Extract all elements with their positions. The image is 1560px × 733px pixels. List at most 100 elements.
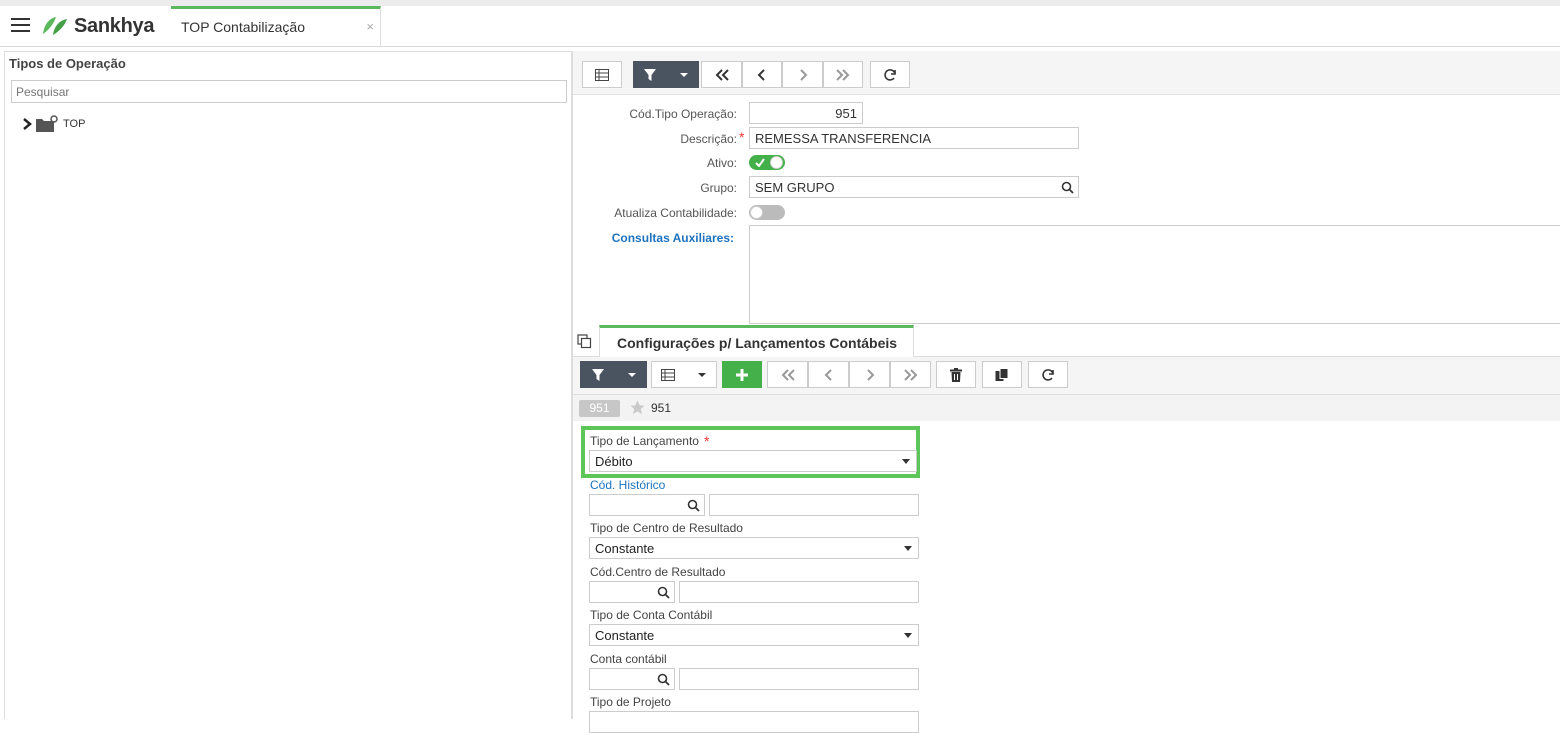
tab-configuracoes-lancamentos[interactable]: Configurações p/ Lançamentos Contábeis — [599, 325, 914, 358]
chevron-right-icon — [799, 68, 807, 81]
centro-resultado-description-field[interactable] — [679, 581, 919, 603]
ativo-toggle[interactable] — [749, 155, 785, 170]
required-asterisk: * — [739, 129, 745, 145]
search-icon[interactable] — [657, 673, 670, 686]
required-asterisk: * — [704, 433, 710, 449]
atualiza-contabilidade-toggle[interactable] — [749, 205, 785, 220]
ativo-label: Ativo: — [706, 156, 737, 170]
cod-tipo-operacao-label: Cód.Tipo Operação: — [629, 107, 737, 121]
tipo-lancamento-select[interactable]: Débito — [589, 450, 917, 472]
tab-label: Configurações p/ Lançamentos Contábeis — [617, 335, 898, 351]
search-icon[interactable] — [657, 586, 670, 599]
app-header: Sankhya TOP Contabilização × — [0, 6, 1560, 47]
tipo-conta-contabil-label: Tipo de Conta Contábil — [590, 608, 713, 622]
next-record-button[interactable] — [849, 361, 890, 388]
logo: Sankhya — [40, 13, 154, 39]
record-badge: 951 — [579, 400, 620, 417]
main-toolbar — [573, 51, 1560, 95]
cod-centro-resultado-field[interactable] — [589, 581, 675, 603]
first-record-button[interactable] — [701, 61, 742, 88]
duplicate-button[interactable] — [982, 361, 1022, 388]
conta-contabil-label: Conta contábil — [590, 652, 667, 666]
grid-icon — [661, 368, 675, 381]
previous-record-button[interactable] — [808, 361, 849, 388]
caret-down-icon — [627, 372, 636, 377]
grid-view-button[interactable] — [651, 361, 717, 388]
tree-node-label: TOP — [63, 118, 86, 130]
sankhya-leaf-icon — [43, 17, 67, 35]
menu-icon[interactable] — [11, 18, 30, 32]
panel-title: Tipos de Operação — [9, 56, 126, 71]
refresh-button[interactable] — [870, 61, 910, 88]
grid-icon — [595, 68, 609, 81]
caret-down-icon — [698, 372, 706, 377]
caret-down-icon — [904, 633, 912, 638]
refresh-icon — [1042, 368, 1054, 381]
next-record-button[interactable] — [782, 61, 823, 88]
cod-historico-link[interactable]: Cód. Histórico — [590, 478, 665, 492]
conta-contabil-description-field[interactable] — [679, 668, 919, 690]
add-button[interactable] — [722, 361, 762, 388]
double-chevron-left-icon — [781, 368, 795, 381]
search-icon[interactable] — [687, 499, 700, 512]
descricao-field[interactable]: REMESSA TRANSFERENCIA — [749, 127, 1079, 149]
star-icon[interactable] — [629, 399, 646, 416]
record-header: 951 951 — [573, 395, 1560, 421]
grupo-value: SEM GRUPO — [755, 180, 835, 195]
search-input[interactable] — [11, 80, 567, 103]
double-chevron-left-icon — [715, 68, 729, 81]
historico-description-field[interactable] — [709, 494, 919, 516]
tipo-projeto-label: Tipo de Projeto — [590, 695, 671, 709]
conta-contabil-field[interactable] — [589, 668, 675, 690]
search-icon[interactable] — [1061, 181, 1074, 194]
chevron-right-icon — [866, 368, 874, 381]
atualiza-contabilidade-label: Atualiza Contabilidade: — [614, 206, 737, 220]
cod-historico-field[interactable] — [589, 494, 705, 516]
tipo-conta-contabil-value: Constante — [595, 628, 655, 643]
last-record-button[interactable] — [823, 61, 863, 88]
tipo-centro-resultado-select[interactable]: Constante — [589, 537, 919, 559]
copy-icon — [995, 367, 1009, 381]
caret-down-icon — [904, 546, 912, 551]
previous-record-button[interactable] — [742, 61, 782, 88]
tab-top-contabilizacao[interactable]: TOP Contabilização × — [171, 6, 381, 46]
descricao-label: Descrição: — [680, 132, 737, 146]
toggle-knob — [770, 156, 783, 169]
caret-down-icon — [902, 459, 910, 464]
grupo-label: Grupo: — [700, 181, 737, 195]
tipo-projeto-select[interactable] — [589, 711, 919, 733]
grupo-field[interactable]: SEM GRUPO — [749, 176, 1079, 198]
filter-button[interactable] — [580, 361, 647, 388]
close-icon[interactable]: × — [366, 19, 374, 34]
toggle-knob — [750, 206, 763, 219]
record-label: 951 — [651, 401, 672, 415]
plus-icon — [736, 368, 748, 381]
tree-panel: Tipos de Operação TOP — [4, 51, 572, 719]
chevron-left-icon — [757, 68, 765, 81]
caret-down-icon — [680, 72, 688, 77]
chevron-left-icon — [824, 368, 832, 381]
filter-button[interactable] — [633, 61, 699, 88]
cod-tipo-operacao-field[interactable]: 951 — [749, 102, 863, 124]
tipo-conta-contabil-select[interactable]: Constante — [589, 624, 919, 646]
detail-tabs: Configurações p/ Lançamentos Contábeis — [573, 325, 1560, 358]
cod-centro-resultado-label: Cód.Centro de Resultado — [590, 565, 726, 579]
last-record-button[interactable] — [890, 361, 931, 388]
refresh-icon — [884, 68, 896, 81]
tipo-centro-resultado-label: Tipo de Centro de Resultado — [590, 521, 743, 535]
tipo-lancamento-value: Débito — [595, 454, 633, 469]
first-record-button[interactable] — [767, 361, 808, 388]
grid-view-button[interactable] — [582, 61, 622, 88]
delete-button[interactable] — [936, 361, 976, 388]
check-icon — [755, 158, 765, 167]
copy-window-icon[interactable] — [577, 334, 592, 349]
consultas-auxiliares-link[interactable]: Consultas Auxiliares: — [573, 231, 734, 245]
brand-name: Sankhya — [74, 14, 155, 37]
tipo-lancamento-label: Tipo de Lançamento — [590, 434, 699, 448]
trash-icon — [950, 367, 962, 382]
consultas-auxiliares-field[interactable] — [749, 225, 1560, 324]
chevron-right-icon[interactable] — [22, 118, 32, 130]
refresh-button[interactable] — [1028, 361, 1068, 388]
tree-node-top[interactable]: TOP — [22, 115, 85, 133]
tab-label: TOP Contabilização — [181, 19, 305, 35]
